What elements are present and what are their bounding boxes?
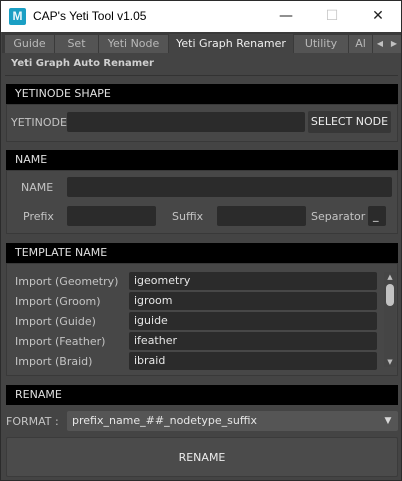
template-field-geometry[interactable]: igeometry [129, 272, 377, 290]
yetinode-label: YETINODE [11, 116, 67, 129]
scroll-down-icon[interactable]: ▼ [384, 357, 396, 367]
section-header-rename: RENAME [6, 385, 398, 405]
select-node-button[interactable]: SELECT NODE [308, 111, 391, 133]
tab-utility[interactable]: Utility [294, 35, 349, 53]
template-field-braid[interactable]: ibraid [129, 352, 377, 370]
template-field-feather[interactable]: ifeather [129, 332, 377, 350]
tab-al[interactable]: Al [349, 35, 373, 53]
prefix-field[interactable] [67, 206, 156, 226]
format-dropdown[interactable]: prefix_name_##_nodetype_suffix ▼ [67, 411, 398, 431]
tab-scroll-left-icon[interactable]: ◀ [373, 35, 387, 53]
tab-set[interactable]: Set [55, 35, 99, 53]
name-label: NAME [21, 181, 54, 194]
separator-field[interactable]: _ [368, 206, 386, 226]
section-header-yetinode-shape: YETINODE SHAPE [6, 84, 398, 104]
maximize-icon: ☐ [325, 8, 339, 24]
format-value: prefix_name_##_nodetype_suffix [72, 414, 257, 427]
minimize-icon[interactable]: — [263, 1, 309, 32]
app-icon-letter: M [12, 9, 23, 23]
tab-guide[interactable]: Guide [5, 35, 55, 53]
format-label: FORMAT : [6, 415, 59, 428]
template-field-groom[interactable]: igroom [129, 292, 377, 310]
separator-label: Separator [311, 210, 366, 223]
suffix-label: Suffix [172, 210, 204, 223]
template-label-feather: Import (Feather) [15, 335, 106, 348]
section-header-template-name: TEMPLATE NAME [6, 243, 398, 263]
chevron-down-icon: ▼ [384, 416, 392, 426]
window-title: CAP's Yeti Tool v1.05 [33, 9, 147, 23]
divider [5, 75, 398, 76]
close-icon[interactable]: ✕ [355, 1, 401, 32]
title-bar[interactable]: M CAP's Yeti Tool v1.05 — ☐ ✕ [1, 1, 401, 32]
tab-yeti-node[interactable]: Yeti Node [99, 35, 169, 53]
tab-bar: Guide Set Yeti Node Yeti Graph Renamer U… [2, 32, 401, 53]
scrollbar-thumb[interactable] [386, 284, 394, 306]
template-field-guide[interactable]: iguide [129, 312, 377, 330]
template-label-geometry: Import (Geometry) [15, 275, 119, 288]
app-window: M CAP's Yeti Tool v1.05 — ☐ ✕ Guide Set … [0, 0, 402, 481]
suffix-field[interactable] [217, 206, 306, 226]
panel-title: Yeti Graph Auto Renamer [11, 58, 154, 69]
tab-yeti-graph-renamer[interactable]: Yeti Graph Renamer [169, 34, 294, 53]
name-field[interactable] [67, 177, 392, 197]
section-header-name: NAME [6, 150, 398, 170]
rename-button[interactable]: RENAME [6, 437, 398, 477]
prefix-label: Prefix [23, 210, 54, 223]
maya-app-icon: M [9, 8, 26, 25]
yetinode-field[interactable] [67, 112, 305, 132]
template-label-braid: Import (Braid) [15, 355, 93, 368]
tab-scroll-right-icon[interactable]: ▶ [387, 35, 401, 53]
template-scrollbar[interactable]: ▲ ▼ [384, 272, 396, 367]
template-label-groom: Import (Groom) [15, 295, 101, 308]
scroll-up-icon[interactable]: ▲ [384, 272, 396, 282]
template-label-guide: Import (Guide) [15, 315, 96, 328]
